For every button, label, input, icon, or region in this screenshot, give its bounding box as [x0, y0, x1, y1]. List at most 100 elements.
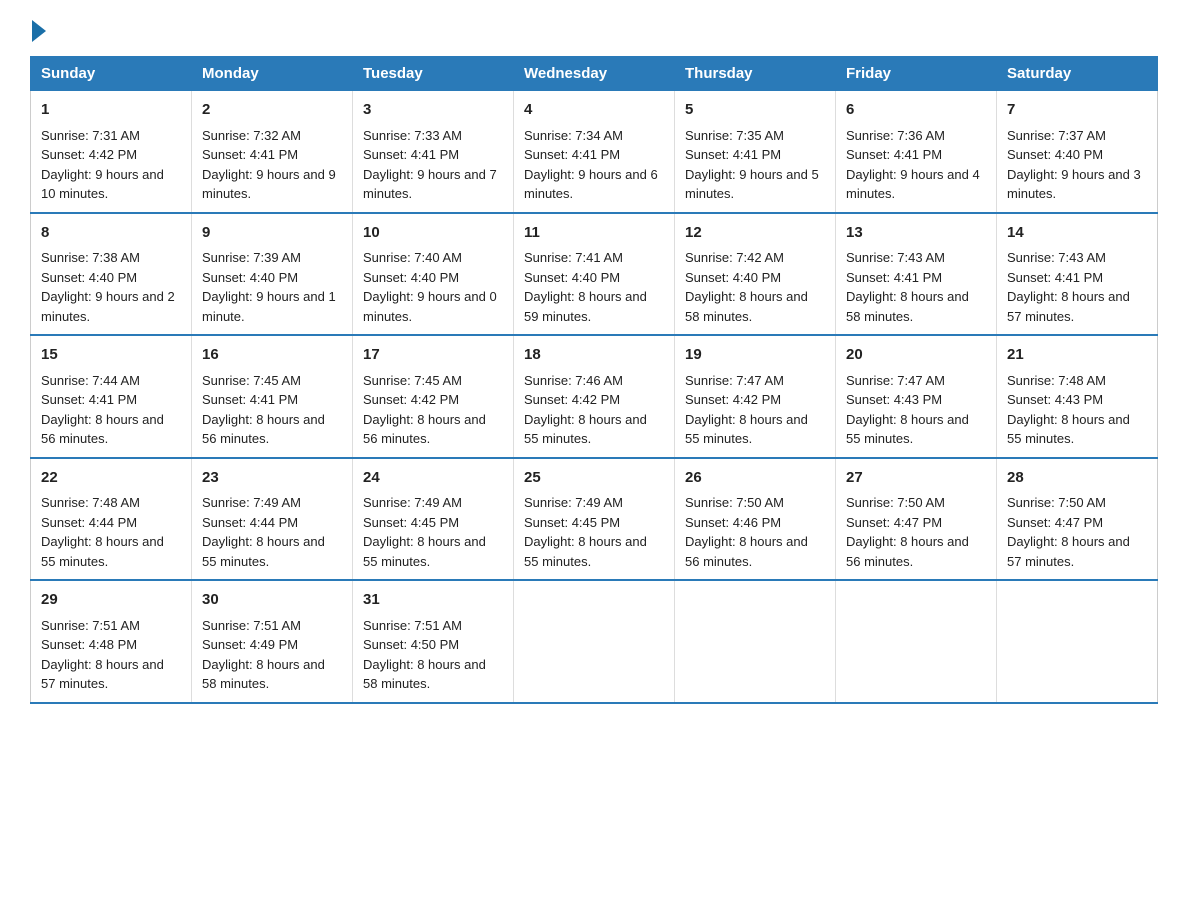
day-daylight: Daylight: 8 hours and 55 minutes. — [363, 534, 486, 569]
day-sunrise: Sunrise: 7:50 AM — [1007, 495, 1106, 510]
calendar-day-cell: 9 Sunrise: 7:39 AM Sunset: 4:40 PM Dayli… — [192, 213, 353, 336]
calendar-week-row: 1 Sunrise: 7:31 AM Sunset: 4:42 PM Dayli… — [31, 91, 1158, 213]
day-sunrise: Sunrise: 7:47 AM — [685, 373, 784, 388]
day-number: 3 — [363, 99, 503, 122]
calendar-day-cell: 27 Sunrise: 7:50 AM Sunset: 4:47 PM Dayl… — [836, 458, 997, 581]
calendar-day-cell: 29 Sunrise: 7:51 AM Sunset: 4:48 PM Dayl… — [31, 580, 192, 703]
day-daylight: Daylight: 8 hours and 56 minutes. — [41, 412, 164, 447]
day-number: 5 — [685, 99, 825, 122]
day-sunset: Sunset: 4:40 PM — [685, 270, 781, 285]
day-daylight: Daylight: 8 hours and 56 minutes. — [685, 534, 808, 569]
day-sunset: Sunset: 4:40 PM — [41, 270, 137, 285]
day-number: 11 — [524, 222, 664, 245]
day-number: 4 — [524, 99, 664, 122]
calendar-day-cell: 23 Sunrise: 7:49 AM Sunset: 4:44 PM Dayl… — [192, 458, 353, 581]
day-daylight: Daylight: 8 hours and 55 minutes. — [1007, 412, 1130, 447]
calendar-day-cell: 12 Sunrise: 7:42 AM Sunset: 4:40 PM Dayl… — [675, 213, 836, 336]
calendar-day-cell — [675, 580, 836, 703]
day-daylight: Daylight: 8 hours and 55 minutes. — [41, 534, 164, 569]
page-header — [30, 20, 1158, 38]
day-sunset: Sunset: 4:43 PM — [846, 392, 942, 407]
day-of-week-header: Thursday — [675, 57, 836, 91]
calendar-header-row: SundayMondayTuesdayWednesdayThursdayFrid… — [31, 57, 1158, 91]
logo — [30, 20, 46, 38]
day-sunset: Sunset: 4:41 PM — [41, 392, 137, 407]
day-number: 21 — [1007, 344, 1147, 367]
calendar-day-cell: 21 Sunrise: 7:48 AM Sunset: 4:43 PM Dayl… — [997, 335, 1158, 458]
day-sunrise: Sunrise: 7:43 AM — [846, 250, 945, 265]
day-sunset: Sunset: 4:42 PM — [524, 392, 620, 407]
calendar-day-cell: 13 Sunrise: 7:43 AM Sunset: 4:41 PM Dayl… — [836, 213, 997, 336]
calendar-day-cell: 24 Sunrise: 7:49 AM Sunset: 4:45 PM Dayl… — [353, 458, 514, 581]
day-sunset: Sunset: 4:41 PM — [685, 147, 781, 162]
day-sunset: Sunset: 4:40 PM — [1007, 147, 1103, 162]
day-daylight: Daylight: 8 hours and 58 minutes. — [685, 289, 808, 324]
day-daylight: Daylight: 8 hours and 58 minutes. — [202, 657, 325, 692]
day-sunset: Sunset: 4:47 PM — [1007, 515, 1103, 530]
calendar-day-cell: 19 Sunrise: 7:47 AM Sunset: 4:42 PM Dayl… — [675, 335, 836, 458]
calendar-day-cell: 2 Sunrise: 7:32 AM Sunset: 4:41 PM Dayli… — [192, 91, 353, 213]
calendar-day-cell: 8 Sunrise: 7:38 AM Sunset: 4:40 PM Dayli… — [31, 213, 192, 336]
day-number: 24 — [363, 467, 503, 490]
day-of-week-header: Friday — [836, 57, 997, 91]
calendar-week-row: 22 Sunrise: 7:48 AM Sunset: 4:44 PM Dayl… — [31, 458, 1158, 581]
day-number: 12 — [685, 222, 825, 245]
day-sunrise: Sunrise: 7:43 AM — [1007, 250, 1106, 265]
calendar-day-cell: 4 Sunrise: 7:34 AM Sunset: 4:41 PM Dayli… — [514, 91, 675, 213]
day-daylight: Daylight: 8 hours and 55 minutes. — [524, 534, 647, 569]
day-sunrise: Sunrise: 7:51 AM — [41, 618, 140, 633]
day-sunrise: Sunrise: 7:49 AM — [202, 495, 301, 510]
day-number: 31 — [363, 589, 503, 612]
day-of-week-header: Sunday — [31, 57, 192, 91]
day-daylight: Daylight: 9 hours and 9 minutes. — [202, 167, 336, 202]
day-sunset: Sunset: 4:40 PM — [363, 270, 459, 285]
day-sunrise: Sunrise: 7:49 AM — [363, 495, 462, 510]
day-number: 15 — [41, 344, 181, 367]
day-sunset: Sunset: 4:41 PM — [202, 392, 298, 407]
day-number: 9 — [202, 222, 342, 245]
day-sunrise: Sunrise: 7:32 AM — [202, 128, 301, 143]
day-number: 29 — [41, 589, 181, 612]
day-sunset: Sunset: 4:44 PM — [202, 515, 298, 530]
calendar-day-cell: 16 Sunrise: 7:45 AM Sunset: 4:41 PM Dayl… — [192, 335, 353, 458]
day-sunrise: Sunrise: 7:39 AM — [202, 250, 301, 265]
calendar-table: SundayMondayTuesdayWednesdayThursdayFrid… — [30, 56, 1158, 704]
day-sunrise: Sunrise: 7:42 AM — [685, 250, 784, 265]
calendar-day-cell: 17 Sunrise: 7:45 AM Sunset: 4:42 PM Dayl… — [353, 335, 514, 458]
calendar-day-cell: 31 Sunrise: 7:51 AM Sunset: 4:50 PM Dayl… — [353, 580, 514, 703]
day-sunrise: Sunrise: 7:35 AM — [685, 128, 784, 143]
day-sunrise: Sunrise: 7:51 AM — [202, 618, 301, 633]
day-sunset: Sunset: 4:49 PM — [202, 637, 298, 652]
day-sunset: Sunset: 4:42 PM — [685, 392, 781, 407]
day-number: 2 — [202, 99, 342, 122]
day-sunset: Sunset: 4:40 PM — [524, 270, 620, 285]
day-of-week-header: Wednesday — [514, 57, 675, 91]
calendar-day-cell: 18 Sunrise: 7:46 AM Sunset: 4:42 PM Dayl… — [514, 335, 675, 458]
day-sunset: Sunset: 4:41 PM — [524, 147, 620, 162]
day-sunrise: Sunrise: 7:34 AM — [524, 128, 623, 143]
day-sunset: Sunset: 4:41 PM — [1007, 270, 1103, 285]
day-sunrise: Sunrise: 7:49 AM — [524, 495, 623, 510]
day-number: 27 — [846, 467, 986, 490]
day-sunrise: Sunrise: 7:47 AM — [846, 373, 945, 388]
day-sunrise: Sunrise: 7:41 AM — [524, 250, 623, 265]
calendar-day-cell: 20 Sunrise: 7:47 AM Sunset: 4:43 PM Dayl… — [836, 335, 997, 458]
day-daylight: Daylight: 8 hours and 56 minutes. — [363, 412, 486, 447]
day-sunset: Sunset: 4:42 PM — [41, 147, 137, 162]
day-sunset: Sunset: 4:50 PM — [363, 637, 459, 652]
day-daylight: Daylight: 9 hours and 6 minutes. — [524, 167, 658, 202]
day-daylight: Daylight: 9 hours and 0 minutes. — [363, 289, 497, 324]
calendar-day-cell: 15 Sunrise: 7:44 AM Sunset: 4:41 PM Dayl… — [31, 335, 192, 458]
day-sunrise: Sunrise: 7:50 AM — [685, 495, 784, 510]
day-number: 22 — [41, 467, 181, 490]
day-number: 6 — [846, 99, 986, 122]
calendar-day-cell: 7 Sunrise: 7:37 AM Sunset: 4:40 PM Dayli… — [997, 91, 1158, 213]
day-sunset: Sunset: 4:44 PM — [41, 515, 137, 530]
calendar-day-cell: 5 Sunrise: 7:35 AM Sunset: 4:41 PM Dayli… — [675, 91, 836, 213]
calendar-day-cell: 11 Sunrise: 7:41 AM Sunset: 4:40 PM Dayl… — [514, 213, 675, 336]
day-daylight: Daylight: 8 hours and 56 minutes. — [202, 412, 325, 447]
day-sunrise: Sunrise: 7:38 AM — [41, 250, 140, 265]
calendar-week-row: 8 Sunrise: 7:38 AM Sunset: 4:40 PM Dayli… — [31, 213, 1158, 336]
day-number: 7 — [1007, 99, 1147, 122]
day-sunset: Sunset: 4:41 PM — [846, 147, 942, 162]
